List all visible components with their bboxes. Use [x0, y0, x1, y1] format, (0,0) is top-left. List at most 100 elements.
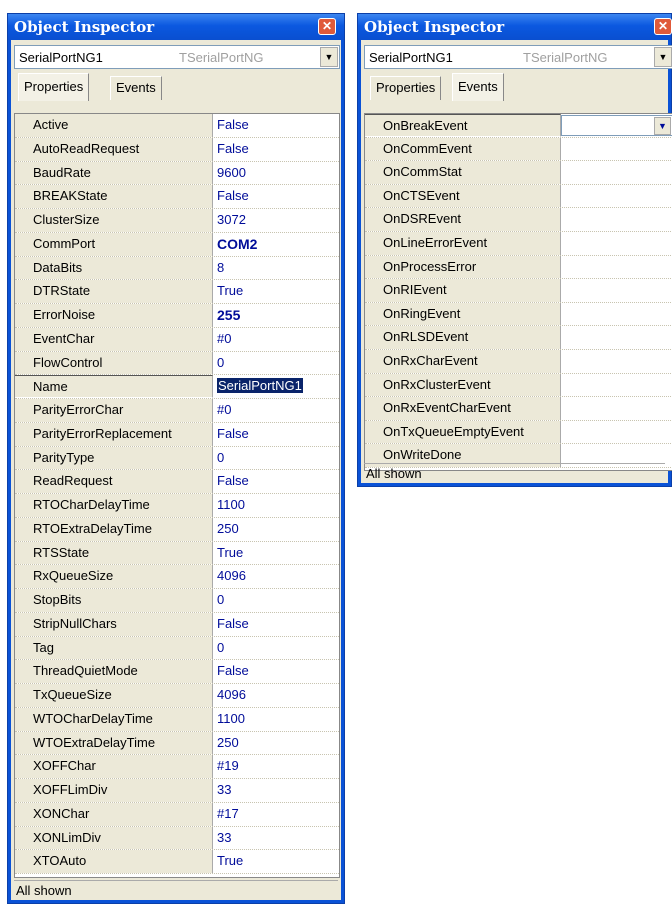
- property-name[interactable]: Name: [15, 375, 213, 398]
- property-row[interactable]: DTRState True: [15, 280, 339, 304]
- property-value[interactable]: 33: [213, 779, 339, 802]
- event-row[interactable]: OnProcessError: [365, 255, 672, 280]
- property-value[interactable]: True: [213, 850, 339, 873]
- property-value[interactable]: False: [213, 422, 339, 446]
- event-row[interactable]: OnLineErrorEvent: [365, 231, 672, 256]
- event-row[interactable]: OnRingEvent: [365, 302, 672, 327]
- property-name[interactable]: XONLimDiv: [15, 826, 213, 850]
- event-name[interactable]: OnRxClusterEvent: [365, 373, 561, 397]
- event-handler-value[interactable]: [561, 326, 672, 349]
- property-row[interactable]: FlowControl 0: [15, 351, 339, 376]
- property-name[interactable]: ClusterSize: [15, 209, 213, 232]
- property-row[interactable]: StopBits 0: [15, 589, 339, 613]
- property-name[interactable]: RxQueueSize: [15, 565, 213, 588]
- property-value[interactable]: 9600: [213, 161, 339, 185]
- property-name[interactable]: XOFFChar: [15, 755, 213, 778]
- event-name[interactable]: OnCommEvent: [365, 137, 561, 161]
- property-value[interactable]: 0: [213, 636, 339, 660]
- event-handler-value[interactable]: [561, 349, 672, 373]
- property-name[interactable]: ReadRequest: [15, 470, 213, 493]
- property-name[interactable]: DataBits: [15, 256, 213, 280]
- event-row[interactable]: OnBreakEvent ▼: [365, 114, 672, 138]
- property-value[interactable]: 0: [213, 589, 339, 612]
- property-name[interactable]: ErrorNoise: [15, 304, 213, 327]
- property-name[interactable]: Tag: [15, 636, 213, 660]
- event-handler-value[interactable]: [561, 255, 672, 279]
- property-name[interactable]: ThreadQuietMode: [15, 660, 213, 683]
- event-row[interactable]: OnTxQueueEmptyEvent: [365, 420, 672, 445]
- event-name[interactable]: OnCommStat: [365, 161, 561, 184]
- property-value[interactable]: 0: [213, 351, 339, 375]
- property-name[interactable]: XONChar: [15, 802, 213, 826]
- property-value[interactable]: 3072: [213, 209, 339, 232]
- property-name[interactable]: RTSState: [15, 541, 213, 565]
- event-row[interactable]: OnCTSEvent: [365, 184, 672, 209]
- property-value[interactable]: 4096: [213, 684, 339, 707]
- property-row[interactable]: Name SerialPortNG1: [15, 375, 339, 399]
- property-value[interactable]: 250: [213, 731, 339, 755]
- event-name[interactable]: OnProcessError: [365, 255, 561, 279]
- property-row[interactable]: Active False: [15, 114, 339, 138]
- event-row[interactable]: OnCommStat: [365, 161, 672, 185]
- property-row[interactable]: RTOExtraDelayTime 250: [15, 517, 339, 542]
- property-row[interactable]: ParityErrorReplacement False: [15, 422, 339, 447]
- event-row[interactable]: OnCommEvent: [365, 137, 672, 162]
- title-bar[interactable]: Object Inspector ✕: [358, 14, 672, 40]
- property-row[interactable]: WTOCharDelayTime 1100: [15, 707, 339, 732]
- property-name[interactable]: WTOExtraDelayTime: [15, 731, 213, 755]
- property-value[interactable]: 33: [213, 826, 339, 850]
- event-name[interactable]: OnLineErrorEvent: [365, 231, 561, 255]
- property-value[interactable]: 1100: [213, 707, 339, 731]
- property-row[interactable]: CommPort COM2: [15, 232, 339, 257]
- property-name[interactable]: BREAKState: [15, 185, 213, 208]
- property-name[interactable]: ParityErrorChar: [15, 399, 213, 422]
- property-value[interactable]: False: [213, 137, 339, 161]
- property-value[interactable]: False: [213, 612, 339, 636]
- property-name[interactable]: DTRState: [15, 280, 213, 303]
- property-value[interactable]: 4096: [213, 565, 339, 588]
- property-value[interactable]: 0: [213, 446, 339, 470]
- property-name[interactable]: StopBits: [15, 589, 213, 612]
- event-name[interactable]: OnRxCharEvent: [365, 349, 561, 373]
- property-name[interactable]: XTOAuto: [15, 850, 213, 873]
- chevron-down-icon[interactable]: ▼: [320, 47, 338, 67]
- property-name[interactable]: Active: [15, 114, 213, 137]
- property-row[interactable]: ParityErrorChar #0: [15, 399, 339, 423]
- event-row[interactable]: OnRxCharEvent: [365, 349, 672, 374]
- property-value[interactable]: #0: [213, 399, 339, 422]
- event-row[interactable]: OnRxEventCharEvent: [365, 397, 672, 421]
- property-row[interactable]: XTOAuto True: [15, 850, 339, 874]
- property-row[interactable]: RTOCharDelayTime 1100: [15, 494, 339, 518]
- property-name[interactable]: ParityType: [15, 446, 213, 470]
- property-row[interactable]: TxQueueSize 4096: [15, 684, 339, 708]
- property-value[interactable]: 250: [213, 517, 339, 541]
- property-name[interactable]: CommPort: [15, 232, 213, 256]
- event-row[interactable]: OnRIEvent: [365, 279, 672, 303]
- property-row[interactable]: WTOExtraDelayTime 250: [15, 731, 339, 756]
- title-bar[interactable]: Object Inspector ✕: [8, 14, 344, 40]
- event-handler-value[interactable]: [561, 184, 672, 208]
- tab-events[interactable]: Events: [452, 73, 504, 101]
- property-row[interactable]: ClusterSize 3072: [15, 209, 339, 233]
- property-row[interactable]: DataBits 8: [15, 256, 339, 281]
- event-handler-input[interactable]: ▼: [561, 115, 672, 136]
- event-handler-value[interactable]: [561, 373, 672, 397]
- tab-events[interactable]: Events: [110, 76, 162, 100]
- event-name[interactable]: OnTxQueueEmptyEvent: [365, 420, 561, 444]
- property-name[interactable]: BaudRate: [15, 161, 213, 185]
- property-value[interactable]: False: [213, 660, 339, 683]
- property-row[interactable]: BREAKState False: [15, 185, 339, 209]
- event-name[interactable]: OnRingEvent: [365, 302, 561, 326]
- property-value[interactable]: #19: [213, 755, 339, 778]
- property-row[interactable]: XONChar #17: [15, 802, 339, 827]
- chevron-down-icon[interactable]: ▼: [654, 117, 671, 135]
- event-handler-value[interactable]: [561, 161, 672, 184]
- property-name[interactable]: XOFFLimDiv: [15, 779, 213, 802]
- property-value[interactable]: SerialPortNG1: [213, 375, 339, 398]
- tab-properties[interactable]: Properties: [370, 76, 442, 100]
- property-name[interactable]: EventChar: [15, 327, 213, 351]
- property-value[interactable]: 1100: [213, 494, 339, 517]
- event-row[interactable]: OnRLSDEvent: [365, 326, 672, 350]
- property-name[interactable]: RTOCharDelayTime: [15, 494, 213, 517]
- property-row[interactable]: RxQueueSize 4096: [15, 565, 339, 589]
